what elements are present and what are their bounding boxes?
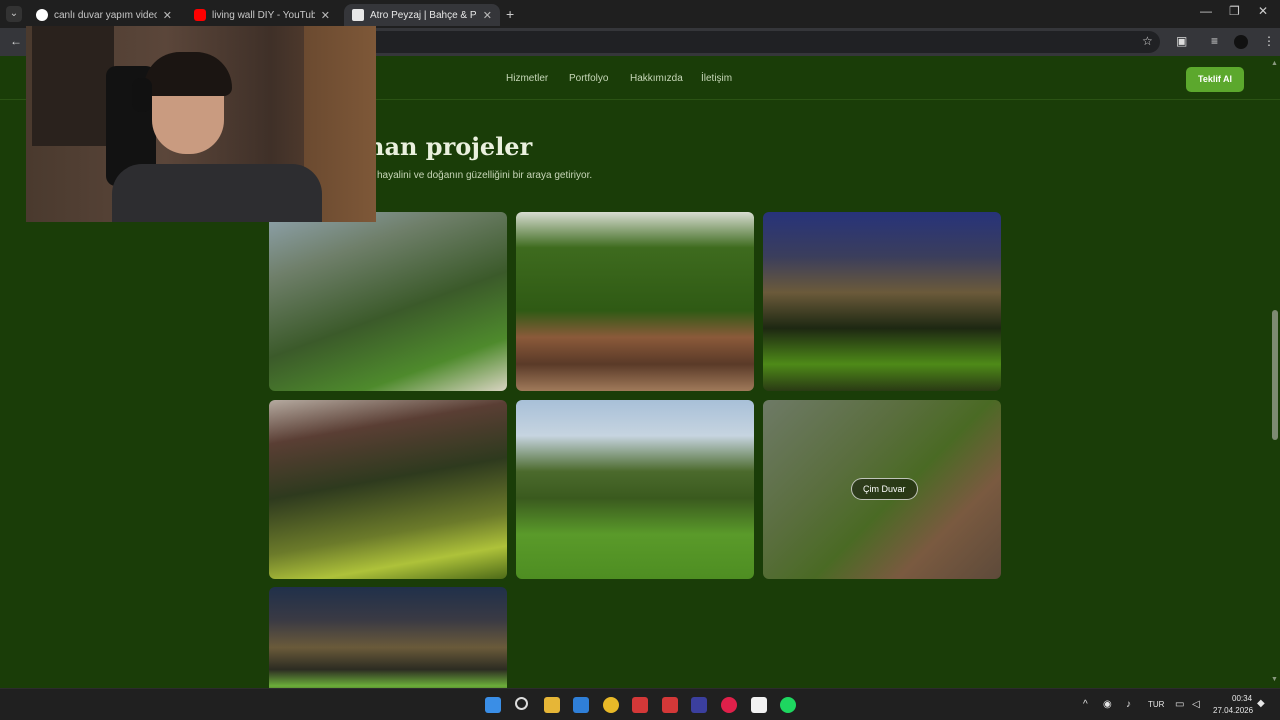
notion-icon[interactable] — [751, 697, 767, 713]
new-tab-button[interactable]: + — [506, 6, 514, 22]
tray-overflow-icon[interactable]: ^ — [1083, 699, 1088, 710]
moss-wall-photo: Çim Duvar — [763, 400, 1001, 579]
portfolio-card-hovered[interactable]: Çim Duvar — [763, 400, 1001, 579]
site-favicon-icon — [352, 9, 364, 21]
minimize-button[interactable]: — — [1200, 4, 1212, 18]
tab-google-search[interactable]: canlı duvar yapım videosu - Go ✕ — [28, 4, 180, 26]
close-tab-icon[interactable]: ✕ — [483, 9, 492, 22]
windows-taskbar: ^ ◉ ♪ TUR ▭ ◁ 00:34 27.04.2026 ◆ — [0, 688, 1280, 720]
clock-time[interactable]: 00:34 — [1232, 694, 1252, 703]
notification-icon[interactable]: ◆ — [1257, 698, 1265, 709]
network-icon[interactable]: ▭ — [1175, 699, 1184, 710]
scroll-down-icon[interactable]: ▼ — [1271, 676, 1278, 683]
spotify-icon[interactable] — [780, 697, 796, 713]
microphone-icon[interactable]: ♪ — [1126, 699, 1131, 710]
portfolio-card[interactable] — [269, 400, 507, 579]
webcam-person-shirt — [112, 164, 322, 222]
rooftop-garden-photo — [269, 400, 507, 579]
close-window-button[interactable]: ✕ — [1258, 4, 1268, 18]
tab-title: living wall DIY - YouTube — [212, 9, 315, 21]
portfolio-card[interactable] — [516, 400, 754, 579]
garden-photo — [269, 212, 507, 391]
browser-menu-icon[interactable]: ⋮ — [1263, 34, 1275, 48]
page-scrollbar[interactable]: ▲ ▼ — [1271, 60, 1278, 684]
nav-link-hakkimizda[interactable]: Hakkımızda — [630, 73, 683, 84]
nav-link-portfolyo[interactable]: Portfolyo — [569, 73, 608, 84]
extensions-icon[interactable]: ▣ — [1176, 34, 1187, 48]
webcam-overlay — [26, 26, 376, 222]
nav-link-hizmetler[interactable]: Hizmetler — [506, 73, 548, 84]
scroll-up-icon[interactable]: ▲ — [1271, 60, 1278, 67]
tab-youtube[interactable]: living wall DIY - YouTube ✕ — [186, 4, 338, 26]
address-bar[interactable] — [360, 31, 1160, 53]
app-icon[interactable] — [632, 697, 648, 713]
tab-title: canlı duvar yapım videosu - Go — [54, 9, 157, 21]
lawn-garden-photo — [516, 400, 754, 579]
modern-house-photo — [269, 587, 507, 688]
portfolio-card[interactable] — [269, 212, 507, 391]
media-player-icon[interactable] — [721, 697, 737, 713]
nav-link-iletisim[interactable]: İletişim — [701, 73, 732, 84]
portfolio-card[interactable] — [516, 212, 754, 391]
webcam-shelf — [32, 26, 114, 146]
card-hover-badge: Çim Duvar — [851, 478, 918, 500]
teklif-al-button[interactable]: Teklif Al — [1186, 67, 1244, 92]
back-button[interactable]: ← — [10, 34, 22, 48]
webcam-headset — [132, 78, 152, 112]
portfolio-card[interactable] — [763, 212, 1001, 391]
profile-avatar[interactable] — [1234, 35, 1248, 49]
chrome-icon[interactable] — [603, 697, 619, 713]
tab-strip: ⌄ canlı duvar yapım videosu - Go ✕ livin… — [0, 0, 1280, 28]
start-windows-icon[interactable] — [485, 697, 501, 713]
app-icon[interactable] — [662, 697, 678, 713]
google-icon — [36, 9, 48, 21]
discord-icon[interactable]: ◉ — [1103, 699, 1112, 710]
reading-list-icon[interactable]: ≡ — [1211, 34, 1218, 48]
photos-icon[interactable] — [573, 697, 589, 713]
tab-search-button[interactable]: ⌄ — [6, 6, 22, 22]
tab-title: Atro Peyzaj | Bahçe & Peyzaj Ta — [370, 9, 477, 21]
search-icon[interactable] — [515, 697, 528, 710]
section-title: han projeler — [367, 132, 533, 161]
living-wall-photo — [516, 212, 754, 391]
scroll-thumb[interactable] — [1272, 310, 1278, 440]
language-indicator[interactable]: TUR — [1148, 700, 1164, 709]
clock-date[interactable]: 27.04.2026 — [1213, 706, 1253, 715]
portfolio-card[interactable] — [269, 587, 507, 688]
bookmark-star-icon[interactable]: ☆ — [1142, 34, 1153, 48]
youtube-icon — [194, 9, 206, 21]
close-tab-icon[interactable]: ✕ — [163, 9, 172, 22]
file-explorer-icon[interactable] — [544, 697, 560, 713]
section-subtitle: hayalini ve doğanın güzelliğini bir aray… — [377, 170, 593, 181]
tab-atro-peyzaj[interactable]: Atro Peyzaj | Bahçe & Peyzaj Ta ✕ — [344, 4, 500, 26]
volume-icon[interactable]: ◁ — [1192, 699, 1200, 710]
restore-button[interactable]: ❐ — [1229, 4, 1240, 18]
app-icon[interactable] — [691, 697, 707, 713]
close-tab-icon[interactable]: ✕ — [321, 9, 330, 22]
night-garden-photo — [763, 212, 1001, 391]
